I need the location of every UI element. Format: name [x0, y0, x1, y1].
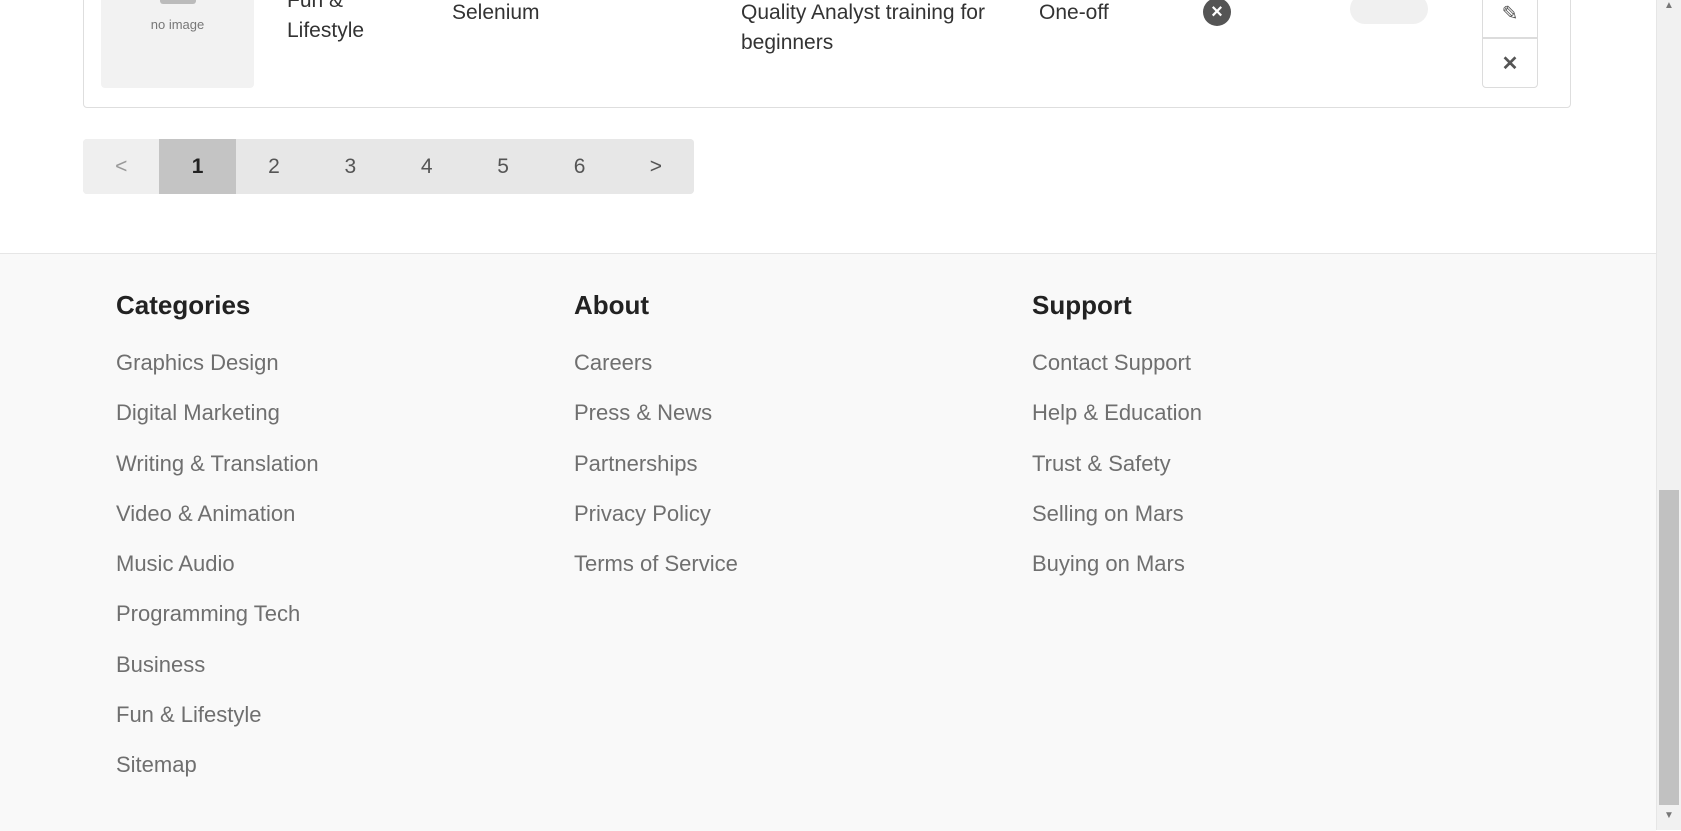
footer-link-music-audio[interactable]: Music Audio: [116, 553, 319, 603]
footer-link-digital-marketing[interactable]: Digital Marketing: [116, 402, 319, 452]
footer-link-press-news[interactable]: Press & News: [574, 402, 738, 452]
image-icon: [160, 0, 196, 4]
footer-heading-about: About: [574, 290, 650, 320]
no-image-label: no image: [150, 17, 205, 32]
scrollbar-thumb[interactable]: [1659, 490, 1679, 805]
footer-link-careers[interactable]: Careers: [574, 351, 738, 402]
row-category: Fun & Lifestyle: [287, 0, 365, 42]
footer-link-programming-tech[interactable]: Programming Tech: [116, 603, 319, 653]
footer-heading-categories: Categories: [116, 290, 251, 320]
next-page-button[interactable]: >: [617, 139, 695, 194]
status-toggle[interactable]: [1350, 0, 1428, 24]
row-type: One-off: [1039, 1, 1109, 24]
page-button-5[interactable]: 5: [464, 139, 542, 194]
footer-link-buying-on-mars[interactable]: Buying on Mars: [1032, 553, 1202, 603]
page-button-4[interactable]: 4: [388, 139, 465, 194]
footer-link-selling-on-mars[interactable]: Selling on Mars: [1032, 502, 1202, 553]
page-button-6[interactable]: 6: [541, 139, 618, 194]
page: no image Fun & Lifestyle Selenium Qualit…: [0, 0, 1656, 831]
footer-link-privacy-policy[interactable]: Privacy Policy: [574, 502, 738, 553]
footer-link-business[interactable]: Business: [116, 653, 319, 704]
footer: Categories Graphics Design Digital Marke…: [0, 253, 1656, 831]
x-icon: ✕: [1501, 53, 1519, 75]
pagination: < 1 2 3 4 5 6 >: [83, 139, 695, 194]
page-button-3[interactable]: 3: [312, 139, 389, 194]
footer-heading-support: Support: [1032, 290, 1132, 320]
vertical-scrollbar[interactable]: ▲ ▼: [1656, 0, 1681, 830]
edit-button[interactable]: ✎: [1482, 0, 1538, 38]
footer-link-help-education[interactable]: Help & Education: [1032, 402, 1202, 452]
prev-page-button[interactable]: <: [83, 139, 160, 194]
scroll-up-arrow-icon[interactable]: ▲: [1657, 0, 1681, 18]
footer-link-sitemap[interactable]: Sitemap: [116, 754, 319, 804]
footer-link-partnerships[interactable]: Partnerships: [574, 452, 738, 503]
footer-link-fun-lifestyle[interactable]: Fun & Lifestyle: [116, 704, 319, 754]
footer-link-contact-support[interactable]: Contact Support: [1032, 351, 1202, 402]
delete-button[interactable]: ✕: [1482, 38, 1538, 88]
row-skill: Selenium: [452, 1, 540, 24]
thumbnail-placeholder: no image: [101, 0, 254, 88]
scroll-down-arrow-icon[interactable]: ▼: [1657, 810, 1681, 828]
page-button-2[interactable]: 2: [235, 139, 313, 194]
footer-link-terms-of-service[interactable]: Terms of Service: [574, 553, 738, 603]
pencil-icon: ✎: [1501, 3, 1519, 25]
footer-link-trust-safety[interactable]: Trust & Safety: [1032, 452, 1202, 503]
footer-link-graphics-design[interactable]: Graphics Design: [116, 351, 319, 402]
footer-link-writing-translation[interactable]: Writing & Translation: [116, 452, 319, 503]
row-description: Quality Analyst training for beginners: [741, 1, 985, 54]
page-button-1[interactable]: 1: [159, 139, 236, 194]
footer-link-video-animation[interactable]: Video & Animation: [116, 502, 319, 553]
